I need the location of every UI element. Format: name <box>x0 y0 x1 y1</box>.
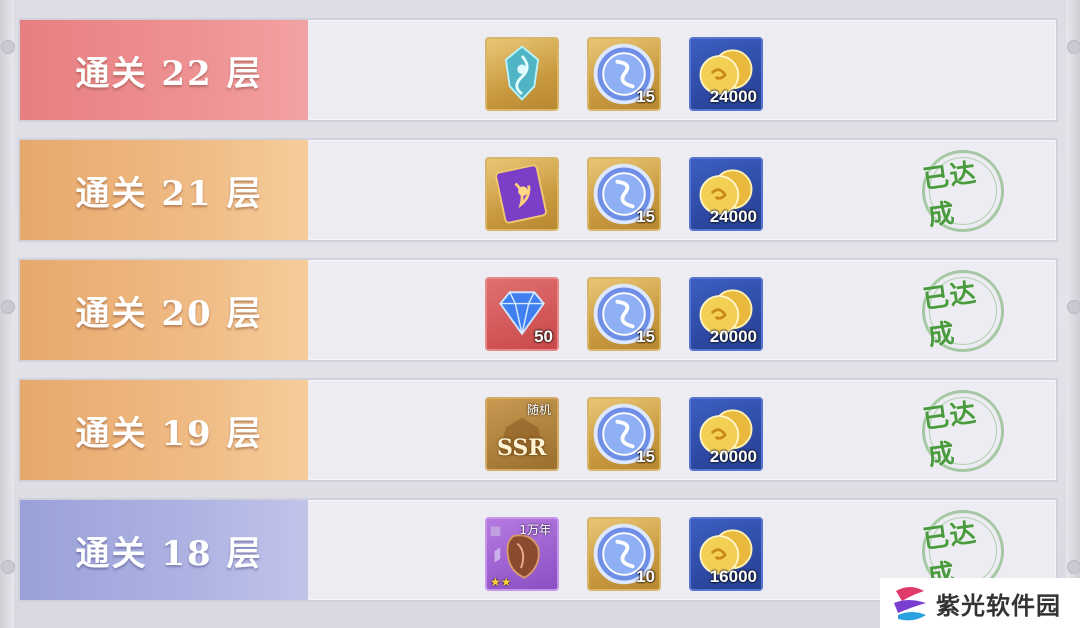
floor-title: 通关 19 层 <box>75 413 263 454</box>
achieved-stamp-text: 已达成 <box>921 398 979 472</box>
reward-quantity: 15 <box>636 87 655 106</box>
watermark-logo-icon <box>894 587 926 621</box>
reward-quantity: 16000 <box>709 567 757 586</box>
reward-quantity: 20000 <box>709 327 757 346</box>
reward-item[interactable]: 20000 <box>689 277 763 351</box>
floor-title: 通关 22 层 <box>75 53 263 94</box>
reward-quantity: 15 <box>636 327 655 346</box>
achieved-stamp-text: 已达成 <box>921 278 979 352</box>
achieved-stamp: 已达成 <box>916 144 1010 238</box>
achieved-stamp-text: 已达成 <box>921 158 979 232</box>
star-rating: ★★ <box>490 575 512 589</box>
achieved-stamp: 已达成 <box>916 264 1010 358</box>
reward-item[interactable]: 10 <box>587 517 661 591</box>
reward-quantity: 24000 <box>709 87 757 106</box>
reward-row: 通关 21 层 15 24000 已达成 <box>18 138 1058 242</box>
floor-title: 通关 20 层 <box>75 293 263 334</box>
floor-banner: 通关 21 层 <box>20 140 308 240</box>
watermark: 紫光软件园 <box>880 578 1080 628</box>
reward-tag-label: 随机 <box>526 403 551 417</box>
reward-item[interactable]: 20000 <box>689 397 763 471</box>
reward-row: 通关 22 层 15 24000 <box>18 18 1058 122</box>
reward-quantity: 15 <box>636 207 655 226</box>
reward-item[interactable]: 15 <box>587 397 661 471</box>
reward-quantity: 50 <box>534 327 553 346</box>
floor-banner: 通关 18 层 <box>20 500 308 600</box>
reward-quantity: 15 <box>636 447 655 466</box>
reward-item[interactable] <box>485 157 559 231</box>
spirit-crest-icon <box>504 45 540 101</box>
reward-item[interactable]: 15 <box>587 37 661 111</box>
reward-quantity: 24000 <box>709 207 757 226</box>
left-frame-decoration <box>0 0 15 628</box>
reward-quantity: 20000 <box>709 447 757 466</box>
reward-item[interactable]: 24000 <box>689 37 763 111</box>
reward-item[interactable]: 1万年 ★★ <box>485 517 559 591</box>
reward-item[interactable]: 50 <box>485 277 559 351</box>
reward-quantity: 10 <box>636 567 655 586</box>
reward-main-label: SSR <box>497 435 547 461</box>
reward-item[interactable]: 15 <box>587 277 661 351</box>
right-frame-decoration <box>1066 0 1080 628</box>
reward-item[interactable]: 随机 SSR <box>485 397 559 471</box>
floor-banner: 通关 19 层 <box>20 380 308 480</box>
reward-row: 通关 19 层 随机 SSR 15 20000 已达成 <box>18 378 1058 482</box>
floor-banner: 通关 22 层 <box>20 20 308 120</box>
achieved-stamp: 已达成 <box>916 384 1010 478</box>
purple-card-icon <box>495 164 547 224</box>
reward-item[interactable]: 24000 <box>689 157 763 231</box>
reward-item[interactable] <box>485 37 559 111</box>
reward-row: 通关 20 层 50 15 20000 已达成 <box>18 258 1058 362</box>
floor-banner: 通关 20 层 <box>20 260 308 360</box>
reward-tag-label: 1万年 <box>519 523 551 537</box>
reward-item[interactable]: 15 <box>587 157 661 231</box>
watermark-text: 紫光软件园 <box>936 591 1061 620</box>
floor-title: 通关 21 层 <box>75 173 263 214</box>
floor-title: 通关 18 层 <box>75 533 263 574</box>
reward-item[interactable]: 16000 <box>689 517 763 591</box>
